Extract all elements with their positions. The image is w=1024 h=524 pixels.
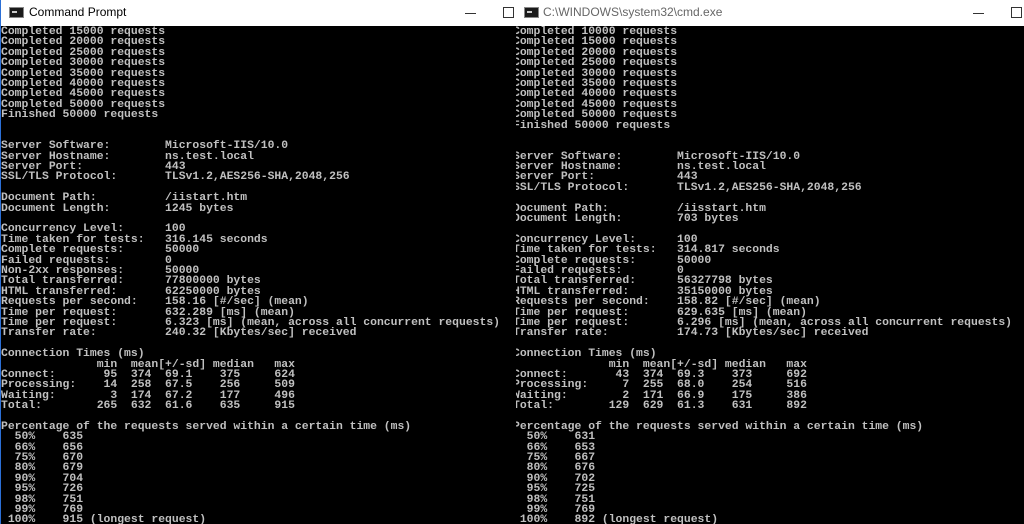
console-line: Connection Times (ms) bbox=[516, 348, 657, 361]
console-line: SSL/TLS Protocol: TLSv1.2,AES256-SHA,204… bbox=[1, 171, 350, 184]
console-line: Requests per second: 158.82 [#/sec] (mea… bbox=[516, 296, 821, 309]
console-line: 100% 892 (longest request) bbox=[516, 514, 719, 524]
console-line: 100% 915 (longest request) bbox=[1, 514, 207, 524]
console-line: Connection Times (ms) bbox=[1, 348, 145, 361]
left-window-titlebar[interactable]: Command Prompt bbox=[0, 0, 514, 26]
console-line: Requests per second: 158.16 [#/sec] (mea… bbox=[1, 296, 309, 309]
right-window-titlebar[interactable]: C:\WINDOWS\system32\cmd.exe bbox=[514, 0, 1024, 26]
minimize-button[interactable] bbox=[456, 0, 486, 26]
maximize-button[interactable] bbox=[1002, 0, 1024, 26]
console-lines: Completed 15000 requests Completed 20000 … bbox=[1, 26, 500, 524]
console-line: Completed 25000 requests bbox=[516, 57, 678, 70]
console-line: Transfer rate: 174.73 [Kbytes/sec] recei… bbox=[516, 327, 869, 340]
cmd-app-icon bbox=[524, 7, 539, 18]
console-line: Completed 30000 requests bbox=[1, 57, 166, 70]
console-lines: Completed 10000 requests Completed 15000 … bbox=[516, 26, 1012, 524]
console-line: Completed 50000 requests bbox=[516, 109, 678, 122]
console-line: Document Length: 703 bytes bbox=[516, 213, 739, 226]
left-console-output[interactable]: Completed 15000 requests Completed 20000 … bbox=[0, 26, 512, 524]
console-line: Transfer rate: 240.32 [Kbytes/sec] recei… bbox=[1, 327, 357, 340]
console-line: Total: 129 629 61.3 631 892 bbox=[516, 400, 807, 413]
console-line: Document Length: 1245 bytes bbox=[1, 202, 234, 215]
console-line: Total: 265 632 61.6 635 915 bbox=[1, 400, 295, 413]
console-line: Finished 50000 requests bbox=[516, 119, 671, 132]
right-console-output[interactable]: Completed 10000 requests Completed 15000 … bbox=[516, 26, 1024, 524]
cmd-app-icon bbox=[9, 7, 24, 18]
minimize-button[interactable] bbox=[964, 0, 994, 26]
window-title: Command Prompt bbox=[29, 5, 127, 19]
window-title: C:\WINDOWS\system32\cmd.exe bbox=[543, 5, 723, 19]
console-line: SSL/TLS Protocol: TLSv1.2,AES256-SHA,204… bbox=[516, 181, 862, 194]
console-line: Finished 50000 requests bbox=[1, 109, 159, 122]
